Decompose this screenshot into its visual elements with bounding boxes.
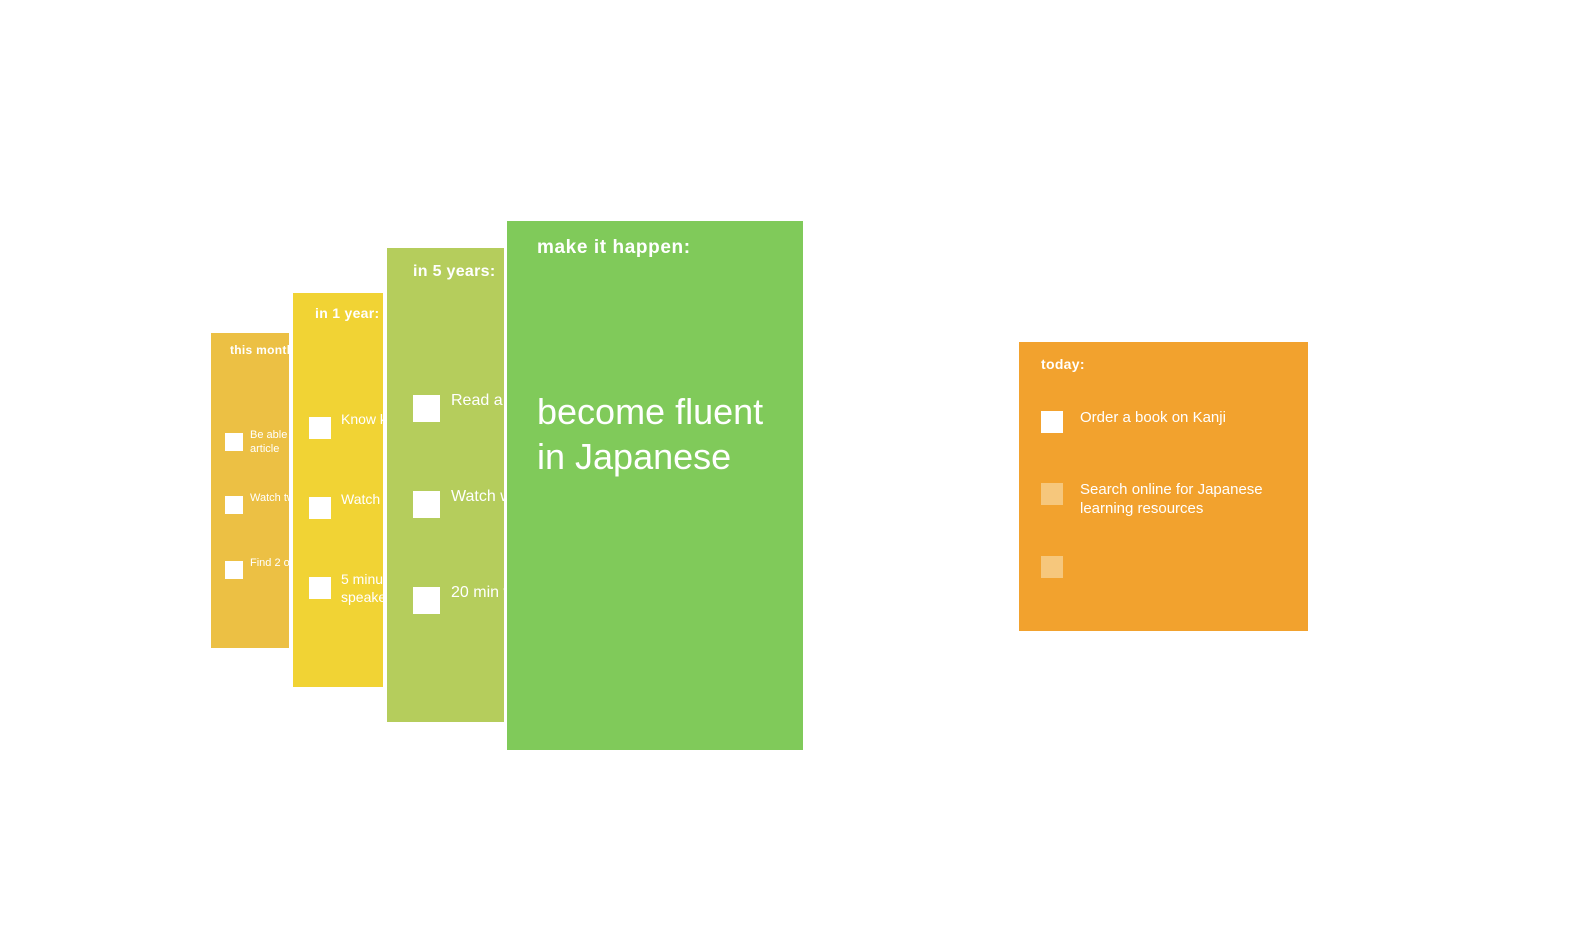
card-title-one-year: in 1 year: (315, 305, 380, 321)
task-label: Read a (451, 392, 503, 409)
task-label: Order a book on Kanji (1080, 409, 1226, 426)
task-label: Find 2 or 3 language (250, 557, 289, 569)
task-checkbox-empty[interactable] (1041, 556, 1063, 578)
task-checkbox[interactable] (309, 497, 331, 519)
card-title-five-years: in 5 years: (413, 263, 496, 280)
task-label: Watch without (341, 491, 383, 507)
card-this-month: this month Be able to read a Buzzfeed ar… (211, 333, 289, 648)
task-label: Watch without (451, 488, 504, 505)
task-label: Know kanji fo (341, 411, 383, 427)
card-one-year: in 1 year: Know kanji fo Watch without 5… (293, 293, 383, 687)
task-checkbox[interactable] (413, 395, 440, 422)
card-title-make-it-happen: make it happen: (537, 237, 691, 258)
task-checkbox[interactable] (225, 496, 243, 514)
task-checkbox[interactable] (309, 577, 331, 599)
task-checkbox[interactable] (225, 433, 243, 451)
card-make-it-happen[interactable]: make it happen: become fluent in Japanes… (507, 221, 803, 750)
task-checkbox[interactable] (413, 491, 440, 518)
task-label: Be able to read a Buzzfeed article (250, 429, 289, 455)
card-title-this-month: this month (230, 343, 289, 357)
task-label: Watch two movies (250, 492, 289, 504)
card-five-years: in 5 years: Read a Watch without 20 min … (387, 248, 504, 722)
goal-text: become fluent in Japanese (537, 391, 764, 477)
task-label: 20 min with a (451, 584, 504, 601)
card-today: today: Order a book on Kanji Search onli… (1019, 342, 1308, 631)
task-checkbox[interactable] (225, 561, 243, 579)
task-checkbox[interactable] (1041, 483, 1063, 505)
task-checkbox[interactable] (309, 417, 331, 439)
task-checkbox[interactable] (1041, 411, 1063, 433)
task-label: Search online for Japanese learning reso… (1080, 481, 1263, 517)
task-label: 5 minute conversation with speake (341, 571, 383, 605)
task-checkbox[interactable] (413, 587, 440, 614)
card-title-today: today: (1041, 356, 1085, 372)
